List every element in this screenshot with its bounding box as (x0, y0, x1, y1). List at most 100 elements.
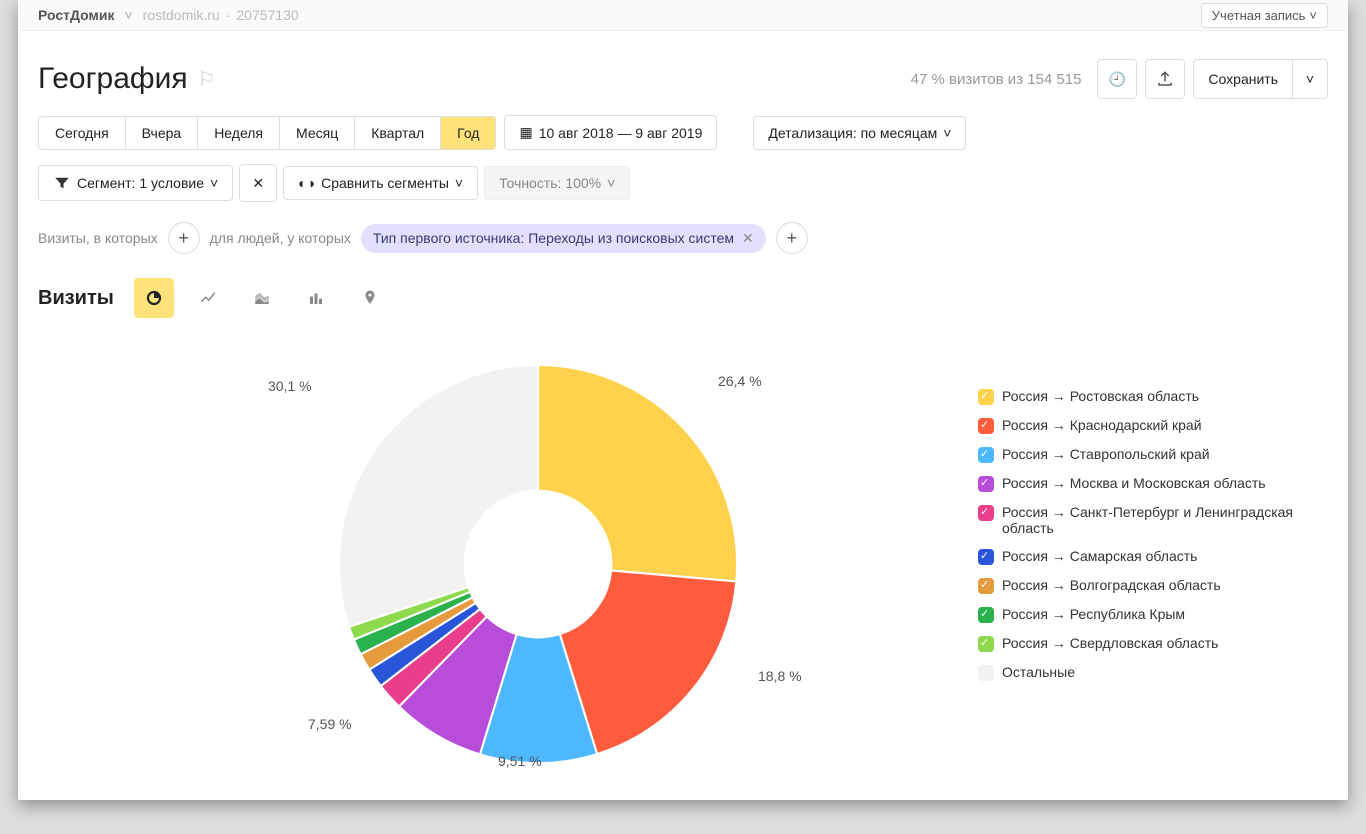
accuracy-dropdown[interactable]: Точность: 100% ˅ (484, 166, 630, 200)
period-item-2[interactable]: Неделя (198, 117, 280, 149)
map-pin-icon (361, 289, 379, 307)
chevron-down-icon: ˅ (943, 125, 951, 141)
legend-swatch[interactable] (978, 607, 994, 623)
page-title: География (38, 62, 188, 96)
chart-type-bar-button[interactable] (296, 278, 336, 318)
legend-swatch[interactable] (978, 549, 994, 565)
bar-icon (307, 289, 325, 307)
metric-title: Визиты (38, 287, 114, 310)
period-segment: СегодняВчераНеделяМесяцКварталГод (38, 116, 496, 150)
close-icon: ✕ (252, 175, 264, 192)
clock-icon: 🕘 (1109, 71, 1126, 88)
legend-label: Россия → Краснодарский край (1002, 417, 1202, 433)
detail-dropdown[interactable]: Детализация: по месяцам ˅ (753, 116, 966, 150)
chevron-down-icon: ˅ (1309, 8, 1317, 23)
legend-swatch[interactable] (978, 578, 994, 594)
site-name[interactable]: РостДомик (38, 7, 114, 23)
add-people-condition-button[interactable]: + (776, 222, 808, 254)
chart-type-area-button[interactable] (242, 278, 282, 318)
legend-label: Россия → Волгоградская область (1002, 577, 1221, 593)
people-condition-label: для людей, у которых (210, 230, 351, 246)
legend-label: Россия → Республика Крым (1002, 606, 1185, 622)
legend-item[interactable]: Россия → Самарская область (978, 548, 1338, 565)
filter-icon (53, 174, 71, 192)
donut-chart (318, 344, 758, 784)
chart-type-line-button[interactable] (188, 278, 228, 318)
slice-percent-label: 26,4 % (718, 373, 762, 389)
period-item-5[interactable]: Год (441, 117, 495, 149)
legend-item[interactable]: Россия → Республика Крым (978, 606, 1338, 623)
save-button[interactable]: Сохранить ˅ (1193, 59, 1328, 99)
legend-swatch[interactable] (978, 389, 994, 405)
chart-legend: Россия → Ростовская область Россия → Крас… (978, 388, 1338, 693)
legend-swatch[interactable] (978, 476, 994, 492)
segment-dropdown[interactable]: Сегмент: 1 условие ˅ (38, 165, 233, 201)
legend-item[interactable]: Россия → Волгоградская область (978, 577, 1338, 594)
segment-clear-button[interactable]: ✕ (239, 164, 277, 202)
segment-label: Сегмент: 1 условие (77, 175, 204, 191)
condition-chip[interactable]: Тип первого источника: Переходы из поиск… (361, 224, 766, 253)
history-button[interactable]: 🕘 (1097, 59, 1137, 99)
legend-item[interactable]: Россия → Санкт-Петербург и Ленинградская… (978, 504, 1338, 536)
chart-type-pie-button[interactable] (134, 278, 174, 318)
compare-icon: ◐◑ (298, 175, 315, 191)
account-button[interactable]: Учетная запись ˅ (1201, 3, 1328, 28)
legend-swatch[interactable] (978, 665, 994, 681)
legend-item[interactable]: Россия → Москва и Московская область (978, 475, 1338, 492)
page-header: География ⚐ 47 % визитов из 154 515 🕘 Со… (18, 31, 1348, 115)
legend-label: Остальные (1002, 664, 1075, 680)
site-domain: rostdomik.ru (143, 7, 220, 23)
chevron-down-icon[interactable]: ˅ (124, 7, 132, 23)
legend-item[interactable]: Остальные (978, 664, 1338, 681)
chevron-down-icon: ˅ (210, 175, 218, 191)
add-visit-condition-button[interactable]: + (168, 222, 200, 254)
legend-label: Россия → Ростовская область (1002, 388, 1199, 404)
bookmark-icon[interactable]: ⚐ (198, 67, 216, 92)
counter-id: 20757130 (236, 7, 298, 23)
legend-item[interactable]: Россия → Краснодарский край (978, 417, 1338, 434)
save-dropdown[interactable]: ˅ (1292, 60, 1327, 98)
donut-slice[interactable] (339, 365, 538, 627)
slice-percent-label: 18,8 % (758, 668, 802, 684)
legend-item[interactable]: Россия → Ставропольский край (978, 446, 1338, 463)
legend-label: Россия → Москва и Московская область (1002, 475, 1266, 491)
legend-item[interactable]: Россия → Ростовская область (978, 388, 1338, 405)
calendar-icon: ▦ (519, 124, 532, 141)
line-icon (199, 289, 217, 307)
conditions-row: Визиты, в которых + для людей, у которых… (18, 212, 1348, 272)
dot-sep: · (226, 7, 231, 23)
compare-segments-dropdown[interactable]: ◐◑ Сравнить сегменты ˅ (283, 166, 478, 200)
topbar: РостДомик ˅ rostdomik.ru · 20757130 Учет… (18, 0, 1348, 31)
legend-swatch[interactable] (978, 447, 994, 463)
chevron-down-icon: ˅ (607, 175, 615, 191)
legend-label: Россия → Ставропольский край (1002, 446, 1210, 462)
period-item-4[interactable]: Квартал (355, 117, 441, 149)
export-button[interactable] (1145, 59, 1185, 99)
detail-label: Детализация: по месяцам (768, 125, 937, 141)
export-icon (1156, 70, 1174, 88)
legend-swatch[interactable] (978, 505, 994, 521)
period-item-3[interactable]: Месяц (280, 117, 355, 149)
donut-slice[interactable] (538, 365, 737, 582)
legend-swatch[interactable] (978, 636, 994, 652)
slice-percent-label: 7,59 % (308, 716, 352, 732)
chevron-down-icon: ˅ (455, 175, 463, 191)
date-range-picker[interactable]: ▦ 10 авг 2018 — 9 авг 2019 (504, 115, 717, 150)
accuracy-label: Точность: 100% (499, 175, 601, 191)
account-label: Учетная запись (1212, 8, 1306, 23)
pie-icon (145, 289, 163, 307)
period-row: СегодняВчераНеделяМесяцКварталГод ▦ 10 а… (18, 115, 1348, 164)
chip-remove-icon[interactable]: ✕ (742, 230, 754, 247)
visits-condition-label: Визиты, в которых (38, 230, 158, 246)
period-item-0[interactable]: Сегодня (39, 117, 126, 149)
legend-swatch[interactable] (978, 418, 994, 434)
legend-item[interactable]: Россия → Свердловская область (978, 635, 1338, 652)
period-item-1[interactable]: Вчера (126, 117, 199, 149)
slice-percent-label: 9,51 % (498, 753, 542, 769)
chevron-down-icon: ˅ (1292, 71, 1328, 87)
slice-percent-label: 30,1 % (268, 378, 312, 394)
compare-label: Сравнить сегменты (321, 175, 449, 191)
chart-type-map-button[interactable] (350, 278, 390, 318)
date-range-label: 10 авг 2018 — 9 авг 2019 (539, 125, 703, 141)
legend-label: Россия → Санкт-Петербург и Ленинградская… (1002, 504, 1338, 536)
